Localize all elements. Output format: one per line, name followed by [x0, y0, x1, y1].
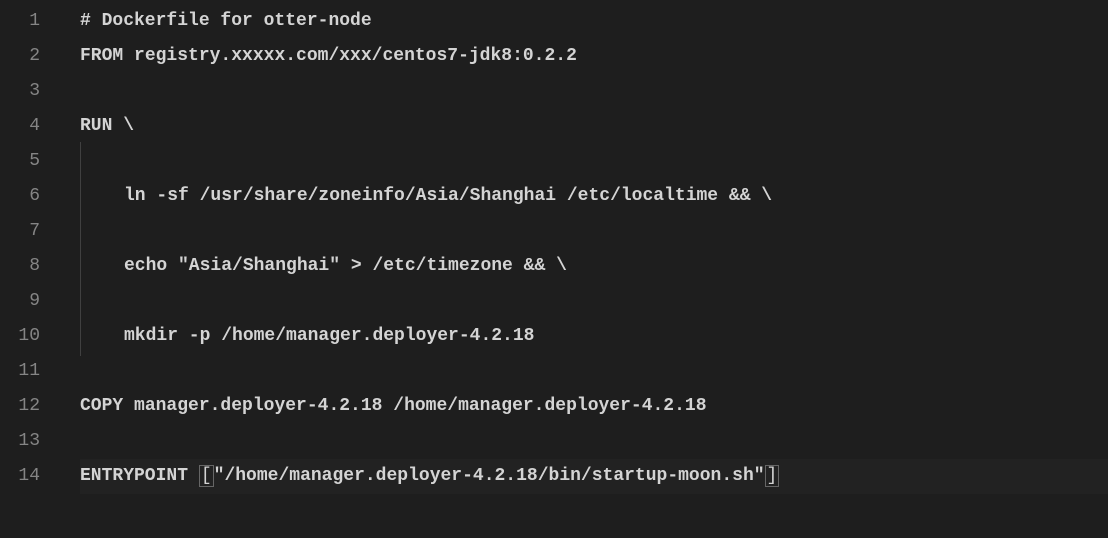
code-line[interactable]: # Dockerfile for otter-node [80, 4, 1108, 39]
indent-guide [80, 144, 124, 179]
code-token: # Dockerfile for otter-node [80, 11, 372, 31]
line-number: 4 [0, 109, 40, 144]
code-content[interactable]: # Dockerfile for otter-node FROM registry… [60, 4, 1108, 538]
code-token [188, 466, 199, 486]
line-number: 2 [0, 39, 40, 74]
code-token: RUN [80, 116, 112, 136]
line-number: 7 [0, 214, 40, 249]
code-line[interactable]: mkdir -p /home/manager.deployer-4.2.18 [80, 319, 1108, 354]
code-token: ] [765, 465, 780, 487]
code-line[interactable] [80, 144, 1108, 179]
code-line[interactable]: RUN \ [80, 109, 1108, 144]
code-token: ENTRYPOINT [80, 466, 188, 486]
indent-guide [80, 179, 124, 214]
code-line[interactable] [80, 284, 1108, 319]
code-line[interactable]: COPY manager.deployer-4.2.18 /home/manag… [80, 389, 1108, 424]
code-editor[interactable]: 1234567891011121314 # Dockerfile for ott… [0, 4, 1108, 538]
indent-guide [80, 284, 124, 319]
line-number: 11 [0, 354, 40, 389]
code-token: manager.deployer-4.2.18 /home/manager.de… [123, 396, 706, 416]
code-token: ln -sf /usr/share/zoneinfo/Asia/Shanghai… [124, 186, 772, 206]
code-line[interactable] [80, 354, 1108, 389]
line-number: 3 [0, 74, 40, 109]
code-line[interactable]: ENTRYPOINT ["/home/manager.deployer-4.2.… [80, 459, 1108, 494]
line-number: 12 [0, 389, 40, 424]
line-number: 13 [0, 424, 40, 459]
line-number: 5 [0, 144, 40, 179]
line-number: 9 [0, 284, 40, 319]
code-line[interactable]: ln -sf /usr/share/zoneinfo/Asia/Shanghai… [80, 179, 1108, 214]
code-token: registry.xxxxx.com/xxx/centos7-jdk8:0.2.… [123, 46, 577, 66]
code-line[interactable] [80, 74, 1108, 109]
code-line[interactable] [80, 214, 1108, 249]
code-token: echo "Asia/Shanghai" > /etc/timezone && … [124, 256, 567, 276]
code-line[interactable]: echo "Asia/Shanghai" > /etc/timezone && … [80, 249, 1108, 284]
code-token: mkdir -p /home/manager.deployer-4.2.18 [124, 326, 534, 346]
indent-guide [80, 249, 124, 284]
line-number: 10 [0, 319, 40, 354]
code-token: [ [199, 465, 214, 487]
line-number: 1 [0, 4, 40, 39]
code-token: FROM [80, 46, 123, 66]
line-number-gutter: 1234567891011121314 [0, 4, 60, 538]
code-token: COPY [80, 396, 123, 416]
code-token: \ [112, 116, 134, 136]
indent-guide [80, 319, 124, 354]
indent-guide [80, 214, 124, 249]
line-number: 14 [0, 459, 40, 494]
code-token: "/home/manager.deployer-4.2.18/bin/start… [214, 466, 765, 486]
code-line[interactable] [80, 424, 1108, 459]
line-number: 8 [0, 249, 40, 284]
code-line[interactable]: FROM registry.xxxxx.com/xxx/centos7-jdk8… [80, 39, 1108, 74]
line-number: 6 [0, 179, 40, 214]
